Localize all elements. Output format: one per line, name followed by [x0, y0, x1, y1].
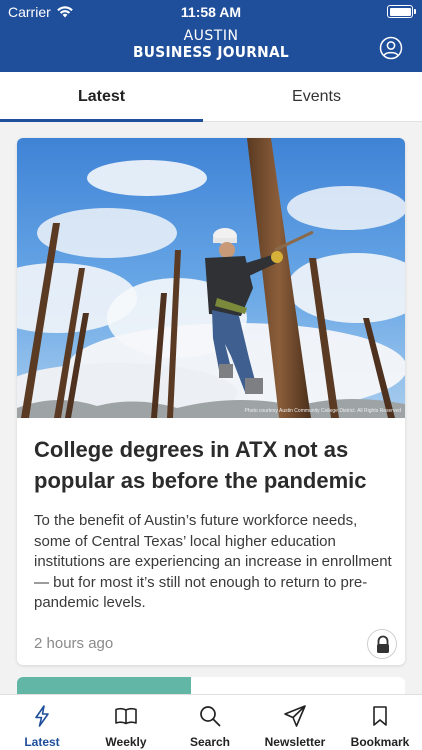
paper-plane-icon [284, 705, 306, 727]
app-logo: AUSTIN BUSINESS JOURNAL [0, 29, 422, 60]
nav-bookmark-label: Bookmark [350, 735, 410, 749]
lock-button[interactable] [367, 629, 397, 659]
nav-bookmark[interactable]: Bookmark [338, 695, 422, 750]
status-time: 11:58 AM [180, 4, 242, 20]
article-image [17, 138, 405, 418]
book-icon [115, 708, 137, 725]
nav-search-label: Search [189, 735, 231, 749]
image-credit: Photo courtesy Austin Community College … [244, 408, 401, 414]
lock-icon [377, 635, 389, 653]
article-card[interactable]: Photo courtesy Austin Community College … [17, 138, 405, 665]
battery-icon [387, 5, 416, 18]
nav-weekly[interactable]: Weekly [84, 695, 168, 750]
bookmark-icon [373, 706, 387, 726]
nav-search[interactable]: Search [168, 695, 252, 750]
nav-newsletter[interactable]: Newsletter [252, 695, 338, 750]
article-summary: To the benefit of Austin’s future workfo… [34, 512, 392, 611]
search-icon [200, 706, 221, 727]
account-icon[interactable] [379, 36, 403, 60]
article-headline[interactable]: College degrees in ATX not as popular as… [34, 434, 396, 496]
logo-title: BUSINESS JOURNAL [133, 43, 289, 61]
bottom-nav: Latest Weekly Search Newsletter Bookmark [0, 694, 422, 750]
article-timestamp: 2 hours ago [34, 635, 114, 652]
nav-newsletter-label: Newsletter [264, 735, 326, 749]
nav-weekly-label: Weekly [105, 735, 147, 749]
tab-selected-indicator [0, 119, 203, 122]
app-header: AUSTIN BUSINESS JOURNAL [0, 24, 422, 72]
nav-latest-label: Latest [24, 735, 60, 749]
lightning-icon [35, 705, 49, 727]
top-tabs: Latest Events [0, 72, 422, 122]
nav-latest[interactable]: Latest [0, 695, 84, 750]
status-bar: Carrier 11:58 AM [0, 0, 422, 24]
logo-city: AUSTIN [183, 28, 239, 44]
tab-latest[interactable]: Latest [0, 72, 203, 122]
tab-events[interactable]: Events [211, 72, 422, 122]
